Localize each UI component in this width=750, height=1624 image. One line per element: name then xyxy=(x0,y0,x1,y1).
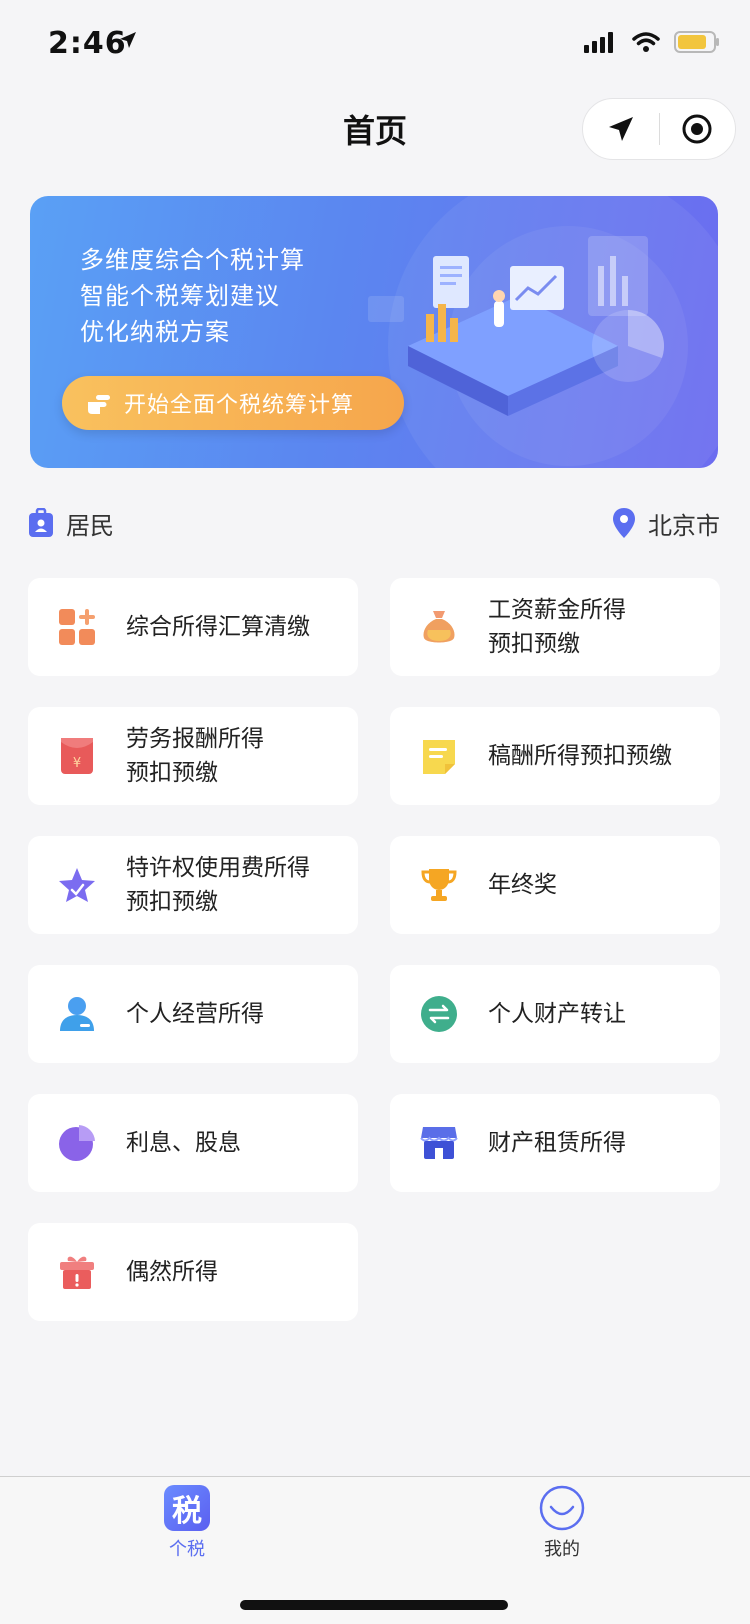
banner-line-2: 智能个税筹划建议 xyxy=(80,282,280,310)
id-badge-icon xyxy=(29,508,53,537)
start-calculation-label: 开始全面个税统筹计算 xyxy=(124,393,355,418)
city-selector[interactable]: 北京市 xyxy=(612,506,720,541)
item-label: 综合所得汇算清缴 xyxy=(126,614,310,640)
item-label: 偶然所得 xyxy=(126,1259,218,1285)
close-miniprogram-button[interactable] xyxy=(660,99,736,159)
pie-chart-icon xyxy=(59,1125,95,1161)
tab-tax-label: 个税 xyxy=(169,1539,205,1560)
mini-program-capsule xyxy=(582,98,736,160)
item-labor-remuneration[interactable]: ¥ 劳务报酬所得 预扣预缴 xyxy=(28,707,358,805)
target-icon xyxy=(682,114,712,144)
item-business-income[interactable]: 个人经营所得 xyxy=(28,965,358,1063)
tab-mine-label: 我的 xyxy=(544,1539,580,1560)
star-icon xyxy=(59,868,95,902)
trophy-icon xyxy=(421,869,457,901)
item-label: 个人经营所得 xyxy=(126,1001,264,1027)
person-icon xyxy=(60,997,94,1031)
transfer-icon xyxy=(421,996,457,1032)
promo-banner[interactable]: 多维度综合个税计算 智能个税筹划建议 优化纳税方案 开始全面个税统筹计算 xyxy=(30,196,718,468)
home-indicator xyxy=(240,1600,508,1610)
start-calculation-button[interactable]: 开始全面个税统筹计算 xyxy=(62,376,404,430)
svg-text:¥: ¥ xyxy=(73,756,81,771)
battery-icon xyxy=(674,31,719,53)
item-label: 年终奖 xyxy=(488,872,557,898)
location-pin-icon xyxy=(613,508,635,538)
item-comprehensive-income[interactable]: 综合所得汇算清缴 xyxy=(28,578,358,676)
item-label: 特许权使用费所得 预扣预缴 xyxy=(126,855,310,915)
red-envelope-icon: ¥ xyxy=(61,738,93,774)
grid-plus-icon xyxy=(59,609,95,645)
location-arrow-icon xyxy=(120,32,136,48)
status-indicators xyxy=(584,30,720,54)
item-label: 劳务报酬所得 预扣预缴 xyxy=(126,726,264,786)
money-bag-icon xyxy=(423,611,455,643)
item-label: 工资薪金所得 预扣预缴 xyxy=(488,597,626,657)
resident-label: 居民 xyxy=(66,511,114,540)
item-incidental-income[interactable]: 偶然所得 xyxy=(28,1223,358,1321)
status-bar: 2:46 xyxy=(0,0,750,90)
tab-mine[interactable]: 我的 xyxy=(492,1485,632,1561)
gift-icon xyxy=(60,1256,94,1289)
location-button[interactable] xyxy=(583,99,659,159)
identity-row: 居民 北京市 xyxy=(28,505,720,541)
item-royalties[interactable]: 稿酬所得预扣预缴 xyxy=(390,707,720,805)
pointing-hand-icon xyxy=(88,395,110,414)
item-label: 利息、股息 xyxy=(126,1130,241,1156)
item-property-transfer[interactable]: 个人财产转让 xyxy=(390,965,720,1063)
document-icon xyxy=(423,740,455,774)
banner-line-3: 优化纳税方案 xyxy=(80,318,230,346)
navigation-arrow-icon xyxy=(608,117,633,141)
banner-line-1: 多维度综合个税计算 xyxy=(80,246,305,274)
wifi-icon xyxy=(632,32,660,52)
item-annual-bonus[interactable]: 年终奖 xyxy=(390,836,720,934)
status-time: 2:46 xyxy=(48,26,127,61)
item-label: 个人财产转让 xyxy=(488,1001,626,1027)
tab-tax[interactable]: 税 个税 xyxy=(117,1485,257,1561)
item-label: 稿酬所得预扣预缴 xyxy=(488,743,672,769)
item-property-lease[interactable]: 财产租赁所得 xyxy=(390,1094,720,1192)
smile-icon xyxy=(539,1485,585,1531)
storefront-icon xyxy=(420,1127,458,1159)
tax-icon: 税 xyxy=(164,1485,210,1531)
city-label: 北京市 xyxy=(648,511,720,540)
signal-icon xyxy=(584,32,613,53)
item-salary-income[interactable]: 工资薪金所得 预扣预缴 xyxy=(390,578,720,676)
item-label: 财产租赁所得 xyxy=(488,1130,626,1156)
item-royalty-fees[interactable]: 特许权使用费所得 预扣预缴 xyxy=(28,836,358,934)
resident-status[interactable]: 居民 xyxy=(28,506,114,541)
item-interest-dividends[interactable]: 利息、股息 xyxy=(28,1094,358,1192)
